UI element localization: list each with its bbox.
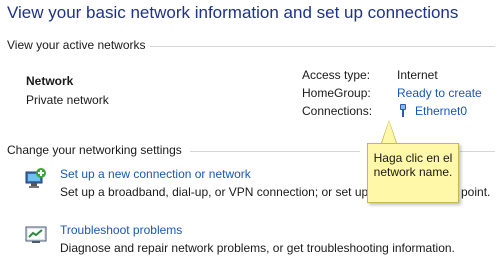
access-type-row: Access type: Internet bbox=[302, 66, 482, 84]
page-title: View your basic network information and … bbox=[7, 3, 459, 22]
connections-label: Connections: bbox=[302, 104, 373, 118]
ethernet-link[interactable]: Ethernet0 bbox=[397, 104, 467, 118]
troubleshoot-desc: Diagnose and repair network problems, or… bbox=[60, 241, 455, 255]
troubleshoot-link[interactable]: Troubleshoot problems bbox=[60, 221, 455, 239]
new-connection-icon bbox=[25, 168, 46, 188]
tooltip-callout: Haga clic en el network name. bbox=[367, 143, 459, 203]
homegroup-label: HomeGroup: bbox=[302, 86, 371, 100]
task-new-connection: Set up a new connection or network Set u… bbox=[24, 165, 378, 201]
ethernet-link-label[interactable]: Ethernet0 bbox=[415, 104, 467, 118]
connections-row: Connections: Ethernet0 bbox=[302, 102, 482, 120]
new-connection-desc-overflow: point. bbox=[461, 185, 491, 199]
settings-divider bbox=[190, 151, 360, 152]
active-networks-divider bbox=[150, 46, 495, 47]
network-type: Private network bbox=[26, 93, 109, 107]
troubleshoot-icon bbox=[25, 226, 47, 243]
task-troubleshoot: Troubleshoot problems Diagnose and repai… bbox=[24, 221, 455, 257]
homegroup-link[interactable]: Ready to create bbox=[397, 86, 482, 100]
access-type-value: Internet bbox=[397, 68, 438, 82]
tooltip-pointer bbox=[382, 121, 396, 143]
settings-divider-right bbox=[460, 151, 495, 152]
new-connection-link[interactable]: Set up a new connection or network bbox=[60, 165, 378, 183]
settings-header: Change your networking settings bbox=[7, 143, 182, 157]
ethernet-icon bbox=[400, 104, 406, 117]
active-networks-header: View your active networks bbox=[7, 38, 146, 52]
access-type-label: Access type: bbox=[302, 68, 371, 82]
homegroup-row: HomeGroup: Ready to create bbox=[302, 84, 482, 102]
new-connection-desc: Set up a broadband, dial-up, or VPN conn… bbox=[60, 185, 379, 199]
network-properties: Access type: Internet HomeGroup: Ready t… bbox=[302, 66, 482, 120]
network-name: Network bbox=[26, 74, 74, 88]
tooltip-text: Haga clic en el network name. bbox=[373, 151, 453, 179]
